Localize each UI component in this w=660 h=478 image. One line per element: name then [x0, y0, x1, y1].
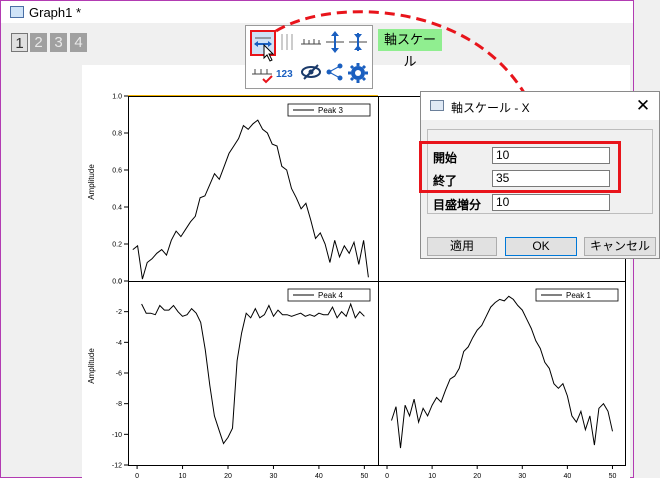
cancel-button[interactable]: キャンセル: [584, 237, 656, 256]
apply-button[interactable]: 適用: [427, 237, 497, 256]
dialog-titlebar[interactable]: 軸スケール - X ✕: [421, 92, 659, 120]
dialog-title: 軸スケール - X: [451, 101, 530, 115]
highlight-box: [419, 141, 621, 193]
ok-button[interactable]: OK: [505, 237, 577, 256]
increment-input[interactable]: 10: [492, 194, 610, 211]
close-icon[interactable]: ✕: [633, 96, 653, 116]
dialog-icon: [430, 100, 444, 111]
increment-label: 目盛増分: [433, 198, 482, 212]
